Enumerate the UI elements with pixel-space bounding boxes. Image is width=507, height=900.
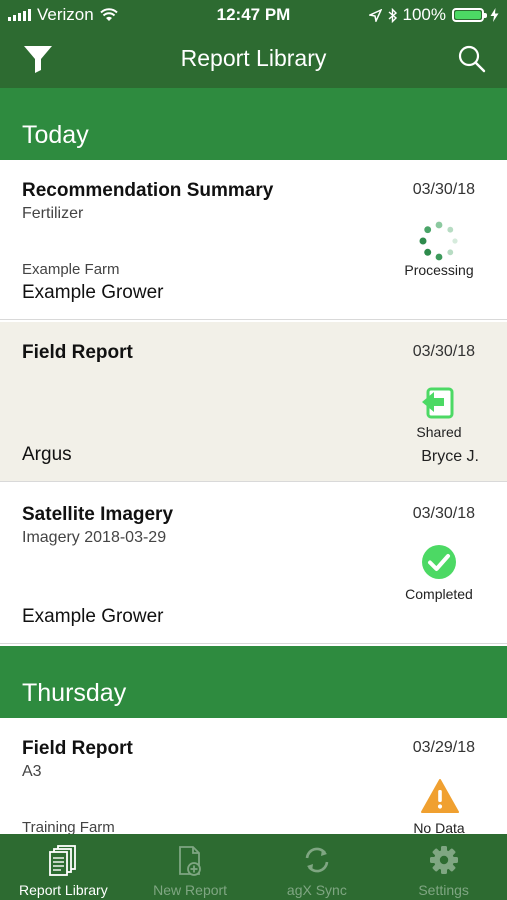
status-bar: Verizon 12:47 PM 100%	[0, 0, 507, 30]
check-circle-icon	[422, 545, 456, 579]
report-row[interactable]: Satellite Imagery Imagery 2018-03-29 Exa…	[0, 484, 507, 644]
tab-label: Settings	[418, 882, 469, 898]
search-icon	[458, 45, 486, 73]
report-row[interactable]: Field Report Argus 03/30/18 Shared Bryce…	[0, 322, 507, 482]
report-subtitle: Fertilizer	[22, 205, 84, 222]
report-library-icon	[49, 845, 77, 876]
battery-percent: 100%	[402, 5, 446, 24]
report-grower: Example Grower	[22, 282, 164, 303]
report-subtitle: Imagery 2018-03-29	[22, 529, 167, 546]
report-subtitle: A3	[22, 763, 42, 780]
tab-report-library[interactable]: Report Library	[0, 834, 127, 900]
tab-agx-sync[interactable]: agX Sync	[254, 834, 381, 900]
location-icon	[368, 8, 382, 22]
page-title: Report Library	[180, 45, 327, 71]
tab-label: Report Library	[19, 882, 108, 898]
report-date: 03/29/18	[412, 739, 475, 756]
report-farm: Example Farm	[22, 261, 120, 278]
shared-by: Bryce J.	[421, 448, 479, 465]
sync-icon	[305, 847, 329, 873]
section-title: Thursday	[22, 679, 127, 707]
battery-icon	[452, 8, 487, 22]
new-report-icon	[179, 846, 202, 876]
report-title: Satellite Imagery	[22, 504, 174, 525]
status-right: 100%	[368, 5, 499, 25]
report-date: 03/30/18	[412, 181, 475, 198]
report-date: 03/30/18	[412, 505, 475, 522]
gear-icon	[429, 846, 458, 874]
search-button[interactable]	[457, 44, 487, 74]
shared-icon	[422, 387, 454, 419]
report-title: Field Report	[22, 342, 133, 363]
report-title: Field Report	[22, 738, 133, 759]
report-grower: Example Grower	[22, 606, 164, 627]
section-header-today: Today	[0, 88, 507, 160]
tab-bar: Report Library New Report agX Sync Setti…	[0, 834, 507, 900]
report-status: Processing	[404, 262, 474, 278]
nav-bar: Report Library	[0, 30, 507, 88]
report-status: Shared	[416, 424, 462, 440]
report-status: Completed	[405, 586, 473, 602]
report-grower: Argus	[22, 444, 72, 465]
tab-label: New Report	[153, 882, 228, 898]
warning-icon	[421, 779, 459, 813]
spinner-icon	[419, 221, 458, 261]
tab-settings[interactable]: Settings	[380, 834, 507, 900]
report-date: 03/30/18	[412, 343, 475, 360]
bluetooth-icon	[388, 7, 397, 23]
tab-new-report[interactable]: New Report	[127, 834, 254, 900]
report-row[interactable]: Recommendation Summary Fertilizer Exampl…	[0, 160, 507, 320]
section-title: Today	[22, 121, 89, 149]
section-header-thursday: Thursday	[0, 646, 507, 718]
charging-icon	[490, 8, 499, 22]
tab-label: agX Sync	[286, 882, 347, 898]
report-title: Recommendation Summary	[22, 180, 274, 201]
